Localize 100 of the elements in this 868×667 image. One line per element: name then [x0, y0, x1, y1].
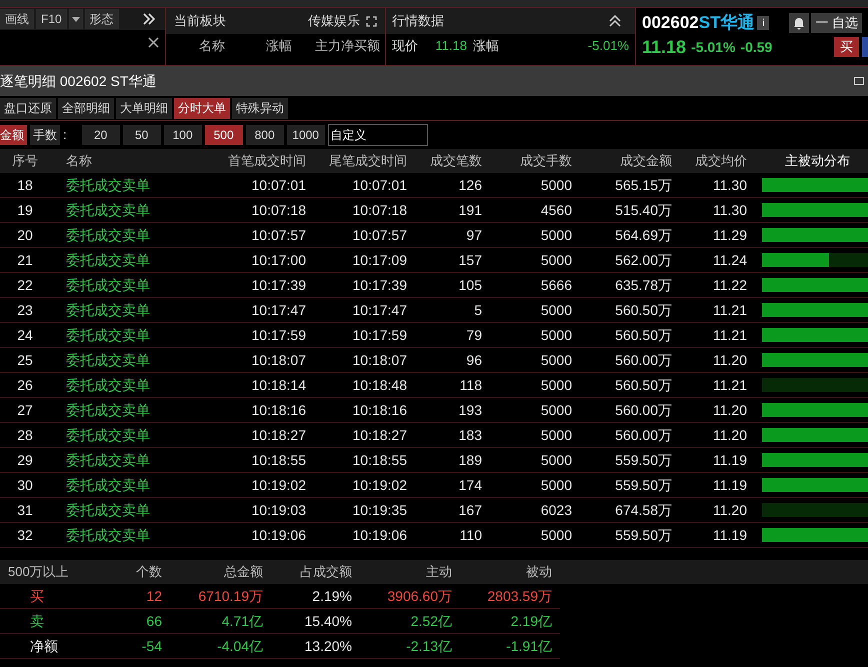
table-cell-text: 191	[458, 200, 482, 220]
watchlist-button[interactable]: 一 自选	[811, 13, 862, 33]
table-cell-text: 10:17:47	[252, 300, 306, 320]
column-header: 序号	[11, 152, 39, 170]
bell-button[interactable]	[789, 13, 810, 33]
tab[interactable]: 大单明细	[116, 98, 172, 118]
table-cell-text: 10:17:59	[352, 326, 407, 344]
size-button[interactable]: 800	[246, 125, 284, 145]
quote-label: 现价	[392, 37, 419, 56]
size-button[interactable]: 1000	[286, 125, 325, 145]
table-cell-text: 5000	[540, 176, 572, 194]
quote-label: 涨幅	[473, 37, 499, 56]
summary-cell-text: 15.40%	[304, 612, 352, 630]
table-cell-text: 委托成交卖单	[66, 176, 150, 194]
table-cell-text: 11.24	[713, 250, 747, 270]
window-title: 逐笔明细 002602 ST华通	[0, 72, 156, 90]
table-cell-text: 560.50万	[615, 376, 672, 394]
table-cell-text: 564.69万	[615, 226, 672, 244]
summary-cell-text: -54	[142, 636, 162, 656]
table-cell-text: 委托成交卖单	[66, 276, 150, 294]
table-cell-text: 10:17:39	[352, 276, 407, 294]
table-cell-text: 189	[458, 450, 482, 470]
table-cell-text: 5000	[540, 400, 572, 420]
column-header: 涨幅	[265, 37, 293, 56]
tab[interactable]: 分时大单	[174, 98, 230, 118]
maximize-icon[interactable]	[854, 77, 864, 85]
summary-cell-text: 4.71亿	[222, 612, 263, 630]
size-button[interactable]: 500	[204, 125, 243, 145]
double-chevron-right-icon[interactable]	[143, 13, 155, 25]
panel-title: 行情数据	[392, 12, 444, 30]
table-cell-text: 10:07:57	[252, 226, 306, 244]
info-button[interactable]: i	[757, 16, 770, 30]
tab[interactable]: 盘口还原	[0, 98, 56, 118]
summary-cell-text: 卖	[30, 612, 44, 630]
table-cell-text: 11.21	[713, 376, 747, 394]
table-cell-text: 515.40万	[615, 200, 672, 220]
column-header: 成交均价	[694, 152, 747, 170]
mode-button[interactable]: 手数	[30, 125, 60, 145]
table-cell-text: 10:17:00	[252, 250, 306, 270]
table-cell-text: 10:07:01	[252, 176, 306, 194]
column-header: 500万以上	[7, 563, 70, 582]
table-cell-text: 11.20	[713, 350, 747, 370]
summary-cell-text: 12	[146, 586, 162, 606]
tab[interactable]: 全部明细	[58, 98, 114, 118]
table-cell-text: 110	[460, 526, 482, 544]
table-cell-text: 11.22	[713, 276, 747, 294]
table-cell-text: 10:18:48	[352, 376, 407, 394]
size-button[interactable]: 50	[122, 125, 161, 145]
expand-icon[interactable]	[366, 16, 377, 26]
tab[interactable]: 特殊异动	[232, 98, 288, 118]
quote-value: -5.01%	[588, 37, 629, 56]
summary-cell-text: 买	[30, 586, 44, 606]
table-cell-text: 委托成交卖单	[66, 500, 150, 520]
table-cell-text: 559.50万	[615, 526, 672, 544]
table-cell-text: 23	[17, 300, 33, 320]
table-cell-text: 委托成交卖单	[66, 250, 150, 270]
double-chevron-up-icon[interactable]	[609, 15, 621, 27]
column-header: 主被动分布	[784, 152, 851, 170]
table-cell-text: 5000	[540, 450, 572, 470]
table-cell-text: 174	[458, 476, 482, 494]
column-header: 尾笔成交时间	[328, 152, 407, 170]
table-cell-text: 10:07:57	[352, 226, 407, 244]
column-header: 成交手数	[519, 152, 572, 170]
table-cell-text: 11.19	[713, 476, 747, 494]
summary-cell-text: 13.20%	[304, 636, 352, 656]
mode-button[interactable]: 金额	[0, 125, 27, 145]
table-cell-text: 委托成交卖单	[66, 476, 150, 494]
table-cell-text: 委托成交卖单	[66, 426, 150, 444]
table-cell-text: 560.50万	[615, 300, 672, 320]
toolbar-button[interactable]: 画线	[0, 9, 34, 29]
summary-cell-text: 2.19亿	[510, 612, 552, 630]
toolbar-button[interactable]: 形态	[84, 9, 119, 29]
table-cell-text: 11.19	[713, 526, 747, 544]
table-cell-text: 5000	[540, 226, 572, 244]
table-cell-text: 5000	[540, 350, 572, 370]
table-cell-text: 97	[466, 226, 482, 244]
table-cell-text: 委托成交卖单	[66, 376, 150, 394]
column-header: 首笔成交时间	[227, 152, 306, 170]
buy-button[interactable]: 买	[834, 37, 859, 57]
dropdown-button[interactable]	[68, 9, 83, 29]
table-cell-text: 10:18:55	[352, 450, 407, 470]
table-cell-text: 5000	[540, 300, 572, 320]
size-button[interactable]: 100	[164, 125, 202, 145]
size-button[interactable]: 20	[82, 125, 120, 145]
custom-size-field[interactable]: 自定义	[328, 124, 428, 146]
table-cell-text: 10:07:18	[252, 200, 306, 220]
toolbar-button[interactable]: F10	[36, 9, 67, 29]
table-cell-text: 19	[17, 200, 33, 220]
close-icon[interactable]	[148, 36, 159, 48]
table-cell-text: 32	[17, 526, 33, 544]
column-header: 占成交额	[299, 563, 352, 582]
table-cell-text: 183	[458, 426, 482, 444]
table-cell-text: 11.20	[713, 400, 747, 420]
table-cell-text: 10:19:03	[252, 500, 306, 520]
table-cell-text: 11.19	[713, 450, 747, 470]
column-header: 成交笔数	[429, 152, 482, 170]
table-cell-text: 157	[458, 250, 482, 270]
table-cell-text: 委托成交卖单	[66, 450, 150, 470]
table-cell-text: 126	[458, 176, 482, 194]
column-header: 名称	[198, 37, 226, 56]
